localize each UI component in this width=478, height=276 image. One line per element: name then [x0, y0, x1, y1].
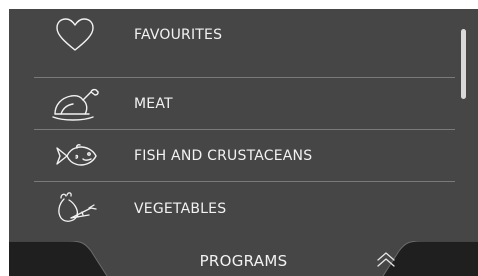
roast-chicken-icon [47, 81, 103, 123]
menu-item-label: FISH AND CRUSTACEANS [134, 148, 313, 164]
programs-tab-title[interactable]: PROGRAMS [9, 252, 478, 270]
menu-item-fish-and-crustaceans[interactable]: FISH AND CRUSTACEANS [9, 130, 464, 182]
menu-item-label: FAVOURITES [134, 27, 223, 43]
menu-item-vegetables[interactable]: VEGETABLES [9, 183, 464, 235]
programs-tab-bar: PROGRAMS [9, 241, 478, 276]
menu-item-favourites[interactable]: FAVOURITES [9, 9, 464, 61]
divider [34, 181, 455, 182]
menu-item-label: MEAT [134, 96, 173, 112]
fish-icon [47, 135, 103, 177]
oven-display-screen: FAVOURITES MEAT FISH AND CRUSTACEANS VEG… [9, 9, 478, 276]
scrollbar-thumb[interactable] [461, 29, 466, 99]
menu-item-meat[interactable]: MEAT [9, 78, 464, 130]
scrollbar[interactable] [461, 25, 466, 225]
programs-menu-list: FAVOURITES MEAT FISH AND CRUSTACEANS VEG… [9, 9, 464, 241]
menu-item-label: VEGETABLES [134, 201, 227, 217]
heart-icon [47, 14, 103, 56]
double-chevron-up-icon[interactable] [374, 249, 398, 269]
vegetables-icon [47, 188, 103, 230]
